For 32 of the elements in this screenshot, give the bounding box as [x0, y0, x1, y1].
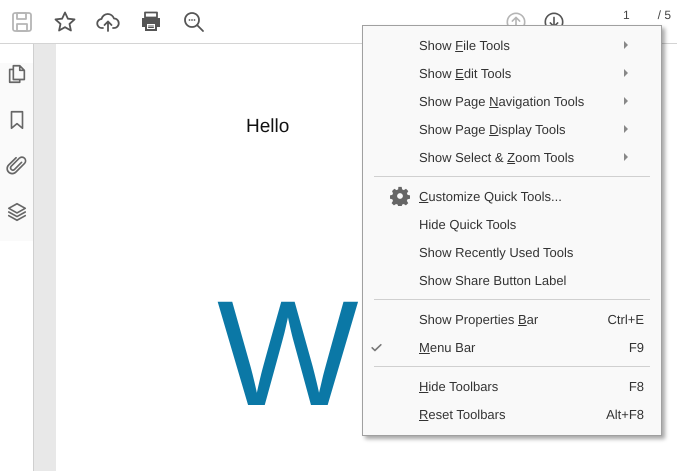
menu-item[interactable]: Hide Quick Tools: [363, 210, 661, 238]
submenu-arrow-icon: [624, 97, 628, 105]
menu-item[interactable]: Reset Toolbars Alt+F8: [363, 400, 661, 428]
menu-item[interactable]: Show Page Display Tools: [363, 115, 661, 143]
submenu-arrow-icon: [624, 153, 628, 161]
menu-item[interactable]: Show Share Button Label: [363, 266, 661, 294]
menu-item[interactable]: Show File Tools: [363, 31, 661, 59]
page-number[interactable]: 1: [622, 9, 630, 22]
printer-icon: [139, 10, 163, 34]
menu-item[interactable]: Show Properties Bar Ctrl+E: [363, 305, 661, 333]
submenu-arrow-icon: [624, 69, 628, 77]
menu-item[interactable]: Menu Bar F9: [363, 333, 661, 361]
gear-icon: [390, 186, 410, 206]
menu-item[interactable]: Hide Toolbars F8: [363, 372, 661, 400]
menu-item[interactable]: Show Edit Tools: [363, 59, 661, 87]
menu-item[interactable]: Show Recently Used Tools: [363, 238, 661, 266]
attachment-panel-button[interactable]: [6, 155, 28, 177]
page-count: / 5: [658, 9, 671, 22]
layers-icon: [6, 201, 28, 223]
star-icon: [53, 10, 77, 34]
zoom-icon: [182, 10, 206, 34]
save-icon: [10, 10, 34, 34]
menu-item[interactable]: Customize Quick Tools...: [363, 182, 661, 210]
menu-item[interactable]: Show Page Navigation Tools: [363, 87, 661, 115]
large-document-text: W: [217, 284, 359, 422]
submenu-arrow-icon: [624, 41, 628, 49]
layers-panel-button[interactable]: [6, 201, 28, 223]
menu-item[interactable]: Show Select & Zoom Tools: [363, 143, 661, 171]
checkmark-icon: [370, 341, 383, 354]
submenu-arrow-icon: [624, 125, 628, 133]
paperclip-icon: [6, 155, 28, 177]
document-heading: Hello: [245, 116, 290, 138]
